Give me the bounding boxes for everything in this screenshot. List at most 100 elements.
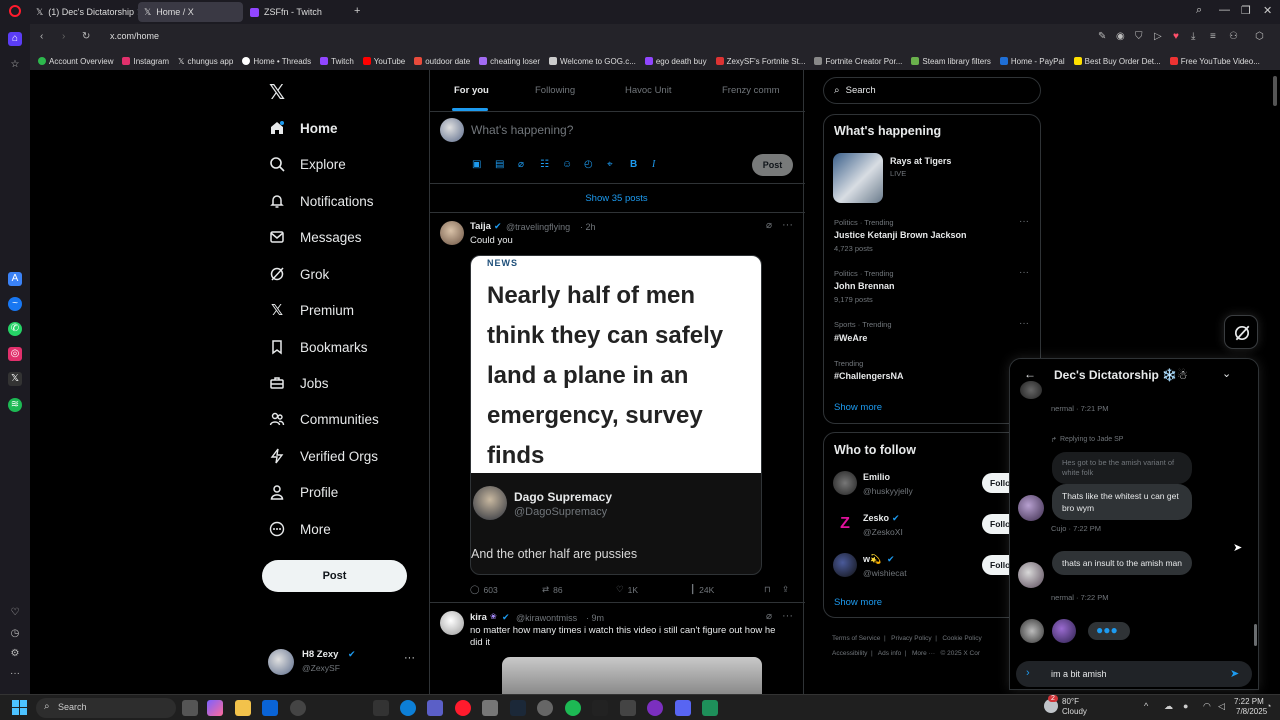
bold-icon[interactable]: B (630, 159, 637, 170)
scrollbar[interactable] (1254, 624, 1257, 646)
nav-jobs[interactable]: Jobs (268, 374, 329, 392)
avatar[interactable] (833, 471, 857, 495)
emoji-icon[interactable]: ☺ (562, 159, 572, 170)
bookmark[interactable]: Steam library filters (911, 57, 991, 66)
search-input[interactable]: ⌕ Search (823, 77, 1041, 104)
tab-frenzy-comm[interactable]: Frenzy comm (722, 85, 780, 96)
more-icon[interactable]: ··· (1019, 267, 1029, 278)
more-icon[interactable]: ··· (1019, 318, 1029, 329)
minimize-icon[interactable]: — (1219, 4, 1230, 16)
share-button[interactable]: ⇪ (782, 584, 789, 595)
bookmark-button[interactable]: ⊓ (764, 584, 771, 595)
wifi-icon[interactable]: ◠ (1203, 701, 1211, 712)
teams-icon[interactable] (427, 700, 443, 716)
page-scrollbar[interactable] (1273, 76, 1277, 106)
bookmark[interactable]: 𝕏chungus app (178, 57, 233, 66)
grok-floating-button[interactable] (1224, 315, 1258, 349)
tab-twitch[interactable]: ZSFfn - Twitch (244, 2, 344, 22)
avatar[interactable]: Z (833, 512, 857, 536)
nav-more[interactable]: More (268, 520, 331, 538)
opera-logo-icon[interactable] (9, 5, 21, 17)
follow-user-name[interactable]: w💫 (863, 554, 881, 565)
nav-verified-orgs[interactable]: Verified Orgs (268, 447, 378, 465)
bookmark[interactable]: Fortnite Creator Por... (814, 57, 902, 66)
post-video[interactable] (502, 657, 762, 694)
spotify-icon[interactable]: ≋ (8, 398, 22, 412)
app-icon[interactable] (702, 700, 718, 716)
post-author-name[interactable]: Taija (470, 221, 491, 232)
footer-link[interactable]: Accessibility (832, 650, 867, 657)
nav-explore[interactable]: Explore (268, 155, 346, 173)
edge-icon[interactable] (400, 700, 416, 716)
x-logo-icon[interactable]: 𝕏 (8, 372, 22, 386)
nav-profile[interactable]: Profile (268, 483, 338, 501)
messenger-icon[interactable]: ~ (8, 297, 22, 311)
close-window-icon[interactable]: ✕ (1263, 4, 1272, 17)
star-icon[interactable]: ☆ (8, 58, 22, 72)
file-explorer-icon[interactable] (235, 700, 251, 716)
more-icon[interactable]: ··· (8, 667, 22, 681)
collapse-icon[interactable]: ⌄ (1222, 367, 1231, 380)
footer-link[interactable]: Ads info (878, 650, 902, 657)
post-image[interactable]: NEWS Nearly half of men think they can s… (470, 255, 762, 575)
send-icon[interactable]: ➤ (1230, 667, 1239, 680)
settings-icon[interactable] (290, 700, 306, 716)
follow-user-name[interactable]: Zesko (863, 513, 889, 523)
forward-icon[interactable]: › (62, 31, 65, 42)
taskbar-search[interactable]: ⌕ Search (36, 698, 176, 718)
live-event-title[interactable]: Rays at Tigers (890, 156, 951, 166)
bookmark[interactable]: ego death buy (644, 57, 707, 66)
outlook-icon[interactable] (262, 700, 278, 716)
post-time[interactable]: · 2h (580, 222, 596, 232)
bookmark[interactable]: Account Overview (38, 57, 113, 66)
profile-icon[interactable]: ⚇ (1229, 31, 1238, 42)
maximize-icon[interactable]: ❐ (1241, 4, 1251, 17)
avatar[interactable] (1018, 495, 1044, 521)
nav-premium[interactable]: 𝕏 Premium (268, 301, 354, 319)
trend-name[interactable]: #WeAre (834, 333, 867, 343)
bookmark[interactable]: Home • Threads (242, 57, 311, 66)
bookmark[interactable]: cheating loser (479, 57, 540, 66)
copilot-icon[interactable] (207, 700, 223, 716)
tab-discord[interactable]: 𝕏 (1) Dec's Dictatorship ❄️ ☃ (30, 2, 138, 22)
live-event-image[interactable] (833, 153, 883, 203)
bookmark[interactable]: Twitch (320, 57, 354, 66)
play-icon[interactable]: ▷ (1154, 31, 1162, 42)
url-field[interactable]: x.com/home (110, 31, 159, 41)
repost-button[interactable]: ⇄ 86 (542, 584, 563, 595)
reply-button[interactable]: ◯ 603 (470, 584, 498, 595)
weather-temp[interactable]: 80°F (1062, 697, 1079, 706)
back-icon[interactable]: ‹ (40, 31, 43, 42)
heart-icon[interactable]: ♡ (8, 606, 22, 620)
like-button[interactable]: ♡ 1K (616, 584, 638, 595)
trend-name[interactable]: #ChallengersNA (834, 371, 904, 381)
message-input[interactable]: im a bit amish (1051, 669, 1107, 679)
tab-havoc-unit[interactable]: Havoc Unit (625, 85, 671, 96)
bookmark[interactable]: Free YouTube Video... (1169, 57, 1260, 66)
schedule-icon[interactable]: ◴ (584, 159, 593, 170)
more-icon[interactable]: ··· (782, 610, 793, 622)
bell-icon[interactable]: ◔ (1266, 701, 1271, 711)
camera-icon[interactable]: ◉ (1116, 31, 1125, 42)
app-icon[interactable] (537, 700, 553, 716)
microphone-icon[interactable]: ● (1183, 701, 1188, 711)
show-more-link[interactable]: Show more (834, 597, 882, 608)
windows-start-icon[interactable] (12, 700, 27, 715)
aria-icon[interactable]: A (8, 272, 22, 286)
home-icon[interactable]: ⌂ (8, 32, 22, 46)
follow-user-name[interactable]: Emilio (863, 472, 890, 482)
search-tabs-icon[interactable]: ⌕ (1196, 4, 1202, 17)
avatar[interactable] (1018, 562, 1044, 588)
footer-link[interactable]: More ··· (912, 650, 935, 657)
weather-desc[interactable]: Cloudy (1062, 707, 1087, 716)
app-icon[interactable] (647, 700, 663, 716)
shield-icon[interactable]: ⛉ (1135, 31, 1143, 42)
instagram-icon[interactable]: ◎ (8, 347, 22, 361)
avatar[interactable] (833, 553, 857, 577)
show-posts-bar[interactable]: Show 35 posts (430, 183, 805, 213)
account-switcher[interactable]: H8 Zexy ✔ @ZexySF ··· (268, 648, 418, 676)
expand-icon[interactable]: › (1026, 667, 1030, 679)
spotify-icon[interactable] (565, 700, 581, 716)
trend-name[interactable]: Justice Ketanji Brown Jackson (834, 230, 967, 240)
new-tab-icon[interactable]: + (354, 5, 360, 17)
